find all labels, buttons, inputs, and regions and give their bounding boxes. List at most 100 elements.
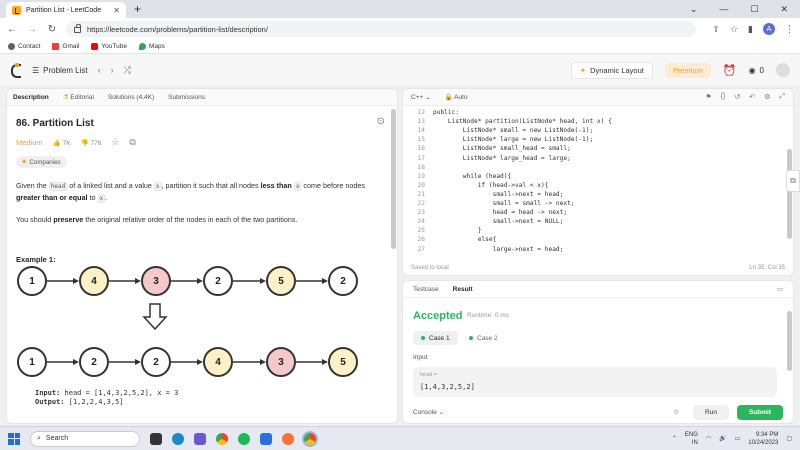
bookmark-contact[interactable]: Contact — [8, 43, 40, 50]
user-avatar[interactable] — [776, 63, 790, 77]
task-view-icon[interactable] — [150, 432, 162, 445]
feedback-icon[interactable]: ⧉ — [786, 170, 800, 192]
code-line: ListNode* small_head = small; — [433, 145, 571, 153]
youtube-icon — [91, 43, 99, 50]
close-window-icon[interactable]: ✕ — [780, 4, 788, 15]
maximize-icon[interactable]: ☐ — [750, 4, 758, 15]
braces-icon[interactable]: {} — [721, 93, 726, 101]
code-area[interactable]: 12 public: 13 ListNode* partition(ListNode… — [403, 106, 789, 260]
coins-counter[interactable]: ◉ 0 — [749, 66, 764, 75]
expand-icon[interactable]: ⤢ — [779, 93, 785, 101]
bookmark-youtube[interactable]: YouTube — [91, 43, 127, 50]
problem-title: 86. Partition List — [16, 118, 94, 129]
console-toggle[interactable]: Console ⌄ — [413, 408, 444, 416]
problem-list-button[interactable]: ☰ Problem List — [32, 66, 88, 75]
bookmark-maps[interactable]: Maps — [138, 43, 165, 50]
shuffle-icon[interactable]: ⤮ — [124, 65, 131, 76]
debug-icon[interactable]: ⚙ — [673, 408, 679, 416]
submit-button[interactable]: Submit — [736, 404, 783, 420]
line-number: 20 — [417, 181, 425, 189]
prev-problem-icon[interactable]: ‹ — [98, 65, 101, 75]
reload-icon[interactable]: ↻ — [46, 24, 58, 35]
companies-tag[interactable]: ⬥ Companies — [16, 156, 67, 168]
tab-solutions[interactable]: Solutions (4.4K) — [108, 94, 154, 101]
undo-icon[interactable]: ↶ — [749, 93, 755, 101]
list-node: 1 — [17, 347, 47, 377]
editor-scrollbar[interactable] — [787, 149, 792, 239]
edge-icon[interactable] — [172, 432, 184, 445]
tab-testcase[interactable]: Testcase — [413, 286, 439, 293]
code-line: large->next = head; — [433, 245, 564, 253]
volume-icon[interactable]: 🔊 — [719, 435, 726, 442]
share-icon[interactable]: ⇪ — [712, 24, 720, 35]
reset-icon[interactable]: ↺ — [734, 93, 740, 101]
profile-avatar[interactable]: A — [763, 23, 775, 35]
list-icon: ☰ — [32, 65, 40, 75]
close-tab-icon[interactable]: ✕ — [113, 6, 120, 15]
case-1-button[interactable]: Case 1 — [413, 331, 458, 345]
share-link-icon[interactable]: ⧉ — [129, 137, 135, 148]
pass-dot-icon — [469, 336, 473, 340]
variable-name: head = — [420, 372, 437, 378]
tab-submissions[interactable]: Submissions — [168, 94, 205, 101]
dislike-button[interactable]: 👎 776 — [81, 139, 102, 147]
star-icon[interactable]: ☆ — [730, 24, 738, 35]
list-node: 2 — [328, 266, 358, 296]
chevron-down-icon[interactable]: ⌄ — [690, 4, 698, 15]
example-io: Input: head = [1,4,3,2,5,2], x = 3 Outpu… — [21, 389, 178, 407]
store-icon[interactable] — [260, 432, 272, 445]
leetcode-logo-icon[interactable] — [10, 63, 22, 78]
taskbar-search[interactable]: ⌕ Search — [30, 430, 140, 447]
language-indicator[interactable]: ENG IN — [685, 431, 698, 447]
battery-icon[interactable]: ▭ — [735, 435, 741, 442]
notification-icon[interactable]: ▢ — [786, 435, 792, 442]
like-button[interactable]: 👍 7K — [53, 139, 71, 147]
alarm-clock-icon[interactable]: ⏰ — [723, 64, 737, 77]
firefox-icon[interactable] — [282, 432, 294, 445]
thumbs-up-icon: 👍 — [52, 139, 61, 147]
new-tab-button[interactable]: + — [134, 2, 141, 16]
chrome-icon[interactable] — [216, 432, 228, 445]
side-panel-icon[interactable]: ▮ — [748, 24, 753, 35]
browser-tab[interactable]: Partition List - LeetCode ✕ — [6, 2, 126, 18]
forward-icon[interactable]: → — [26, 24, 38, 35]
input-section-label: Input — [413, 354, 428, 361]
meet-icon[interactable] — [194, 432, 206, 445]
more-options-icon[interactable]: ⊙ — [377, 116, 385, 127]
code-line: else{ — [433, 236, 497, 244]
difficulty-badge: Medium — [16, 138, 43, 147]
case-2-button[interactable]: Case 2 — [461, 331, 506, 345]
next-problem-icon[interactable]: › — [111, 65, 114, 75]
address-bar: ← → ↻ https://leetcode.com/problems/part… — [0, 18, 800, 40]
wifi-icon[interactable]: ◠ — [706, 435, 711, 442]
chevron-up-icon[interactable]: ⌃ — [672, 435, 677, 442]
code-line: } — [433, 227, 482, 235]
url-input[interactable]: https://leetcode.com/problems/partition-… — [66, 21, 696, 37]
minimize-icon[interactable]: — — [719, 4, 728, 15]
spotify-icon[interactable] — [238, 432, 250, 445]
premium-button[interactable]: Premium — [664, 62, 711, 78]
chrome-active-icon[interactable] — [302, 430, 318, 447]
run-button[interactable]: Run — [693, 404, 729, 420]
code-line: if (head->val < x){ — [433, 181, 549, 189]
clock[interactable]: 9:34 PM 10/24/2023 — [748, 431, 778, 447]
back-icon[interactable]: ← — [6, 24, 18, 35]
tab-result[interactable]: Result — [453, 286, 473, 293]
search-icon: ⌕ — [37, 434, 41, 442]
bookmark-icon[interactable]: ⚑ — [705, 93, 711, 101]
language-select[interactable]: C++ ⌄ — [411, 93, 431, 101]
tab-editorial[interactable]: ⚗ Editorial — [63, 93, 94, 101]
tab-description[interactable]: Description — [13, 94, 49, 101]
dynamic-layout-button[interactable]: ✦ Dynamic Layout — [570, 61, 653, 79]
line-number: 19 — [417, 172, 425, 180]
windows-start-icon[interactable] — [8, 432, 20, 445]
settings-gear-icon[interactable]: ⚙ — [764, 93, 770, 101]
menu-icon[interactable]: ⋮ — [785, 24, 794, 35]
bookmark-gmail[interactable]: Gmail — [52, 43, 79, 50]
console-scrollbar[interactable] — [787, 311, 792, 371]
left-scrollbar[interactable] — [391, 109, 396, 249]
favorite-star-icon[interactable]: ☆ — [111, 137, 119, 148]
pass-dot-icon — [421, 336, 425, 340]
minimize-panel-icon[interactable]: ▭ — [777, 285, 783, 293]
auto-mode-toggle[interactable]: 🔒 Auto — [445, 93, 468, 101]
